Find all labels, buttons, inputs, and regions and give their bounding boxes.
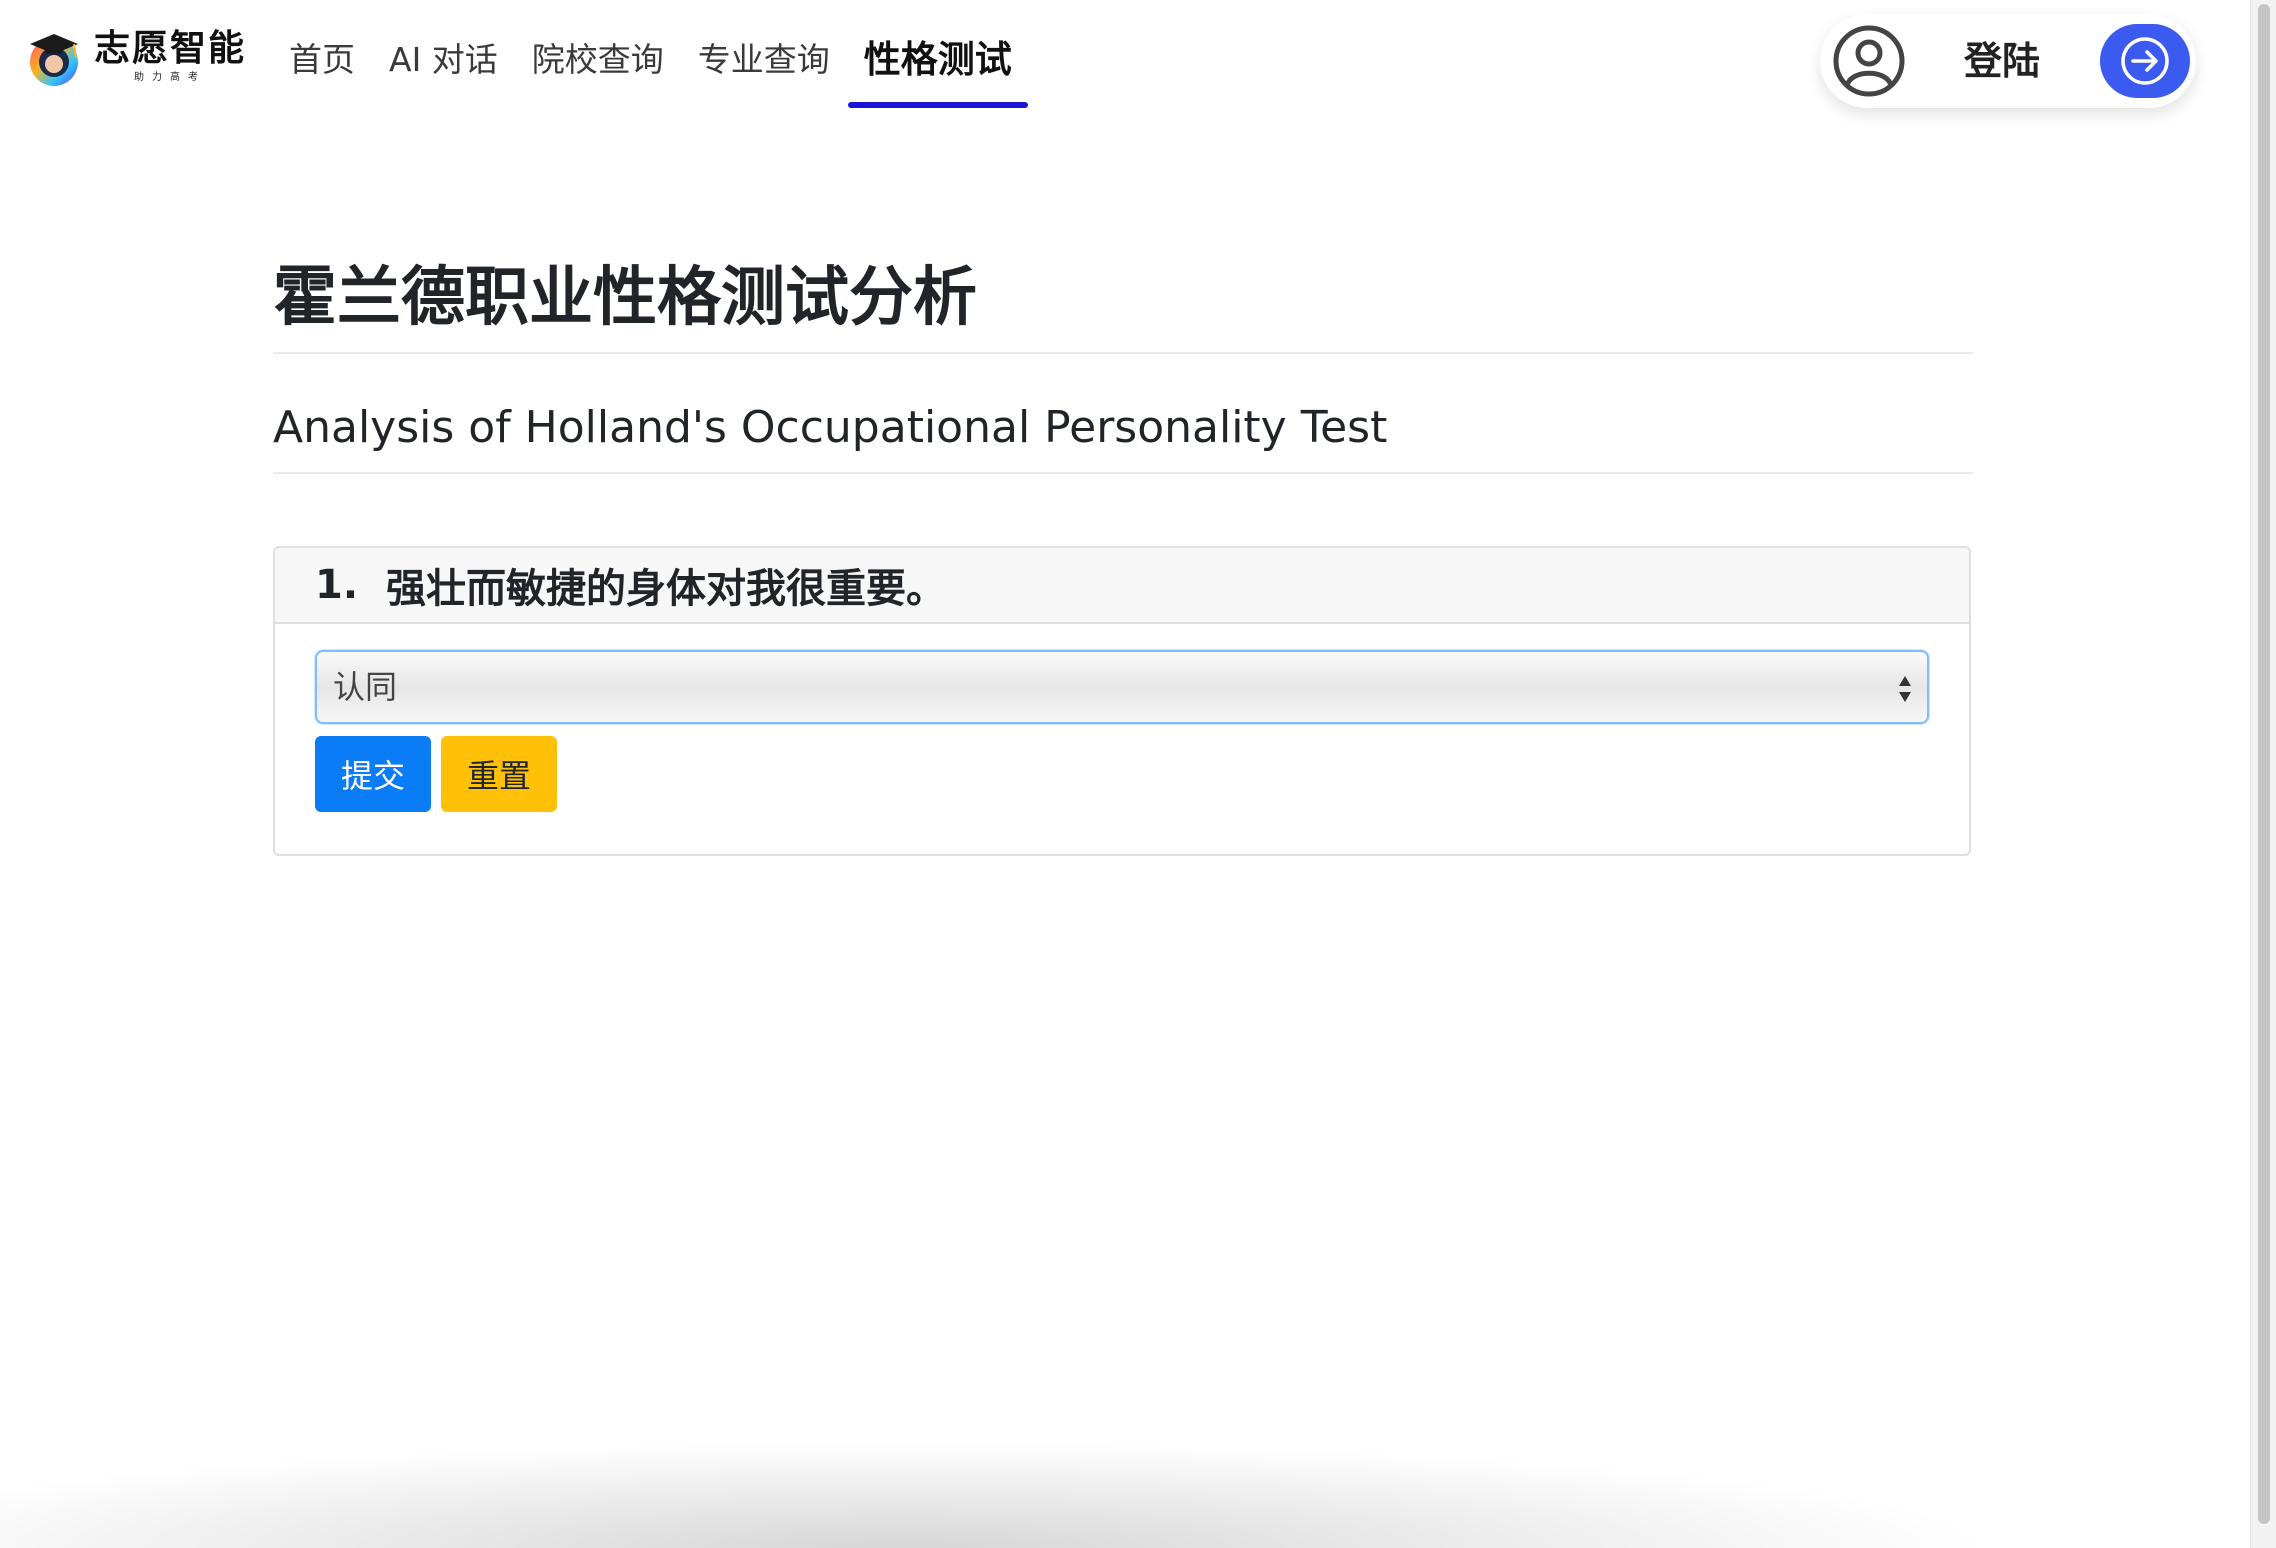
nav-item-personality-test[interactable]: 性格测试 bbox=[847, 30, 1028, 108]
page: 志愿智能 助力高考 首页 AI 对话 院校查询 专业查询 性格测试 登陆 霍兰德… bbox=[0, 0, 2276, 1548]
answer-select-value: 认同 bbox=[333, 668, 398, 706]
top-nav: 志愿智能 助力高考 首页 AI 对话 院校查询 专业查询 性格测试 登陆 bbox=[0, 0, 2250, 122]
page-subtitle: Analysis of Holland's Occupational Perso… bbox=[273, 398, 1973, 474]
bottom-shadow bbox=[0, 1440, 2000, 1548]
brand-tagline: 助力高考 bbox=[134, 72, 206, 83]
select-updown-icon bbox=[1899, 676, 1911, 702]
question-header: 1. 强壮而敏捷的身体对我很重要。 bbox=[275, 548, 1969, 624]
login-button[interactable] bbox=[2100, 24, 2190, 98]
logo-graduate-icon bbox=[24, 24, 84, 88]
nav-links: 首页 AI 对话 院校查询 专业查询 性格测试 bbox=[289, 30, 1062, 108]
main-content: 霍兰德职业性格测试分析 Analysis of Holland's Occupa… bbox=[273, 240, 1973, 856]
page-title: 霍兰德职业性格测试分析 bbox=[273, 258, 1973, 354]
answer-select[interactable]: 认同 bbox=[315, 650, 1929, 724]
question-body: 认同 提交 重置 bbox=[275, 624, 1969, 812]
auth-panel: 登陆 bbox=[1820, 14, 2196, 108]
vertical-scrollbar[interactable] bbox=[2250, 0, 2276, 1548]
brand-logo[interactable]: 志愿智能 助力高考 bbox=[24, 24, 246, 88]
button-row: 提交 重置 bbox=[315, 736, 1929, 812]
question-number: 1. bbox=[315, 562, 359, 608]
submit-button[interactable]: 提交 bbox=[315, 736, 431, 812]
reset-button[interactable]: 重置 bbox=[441, 736, 557, 812]
brand-name: 志愿智能 bbox=[94, 27, 247, 69]
question-card: 1. 强壮而敏捷的身体对我很重要。 认同 提交 重置 bbox=[273, 546, 1971, 856]
nav-item-home[interactable]: 首页 bbox=[289, 30, 355, 90]
nav-item-ai-chat[interactable]: AI 对话 bbox=[389, 30, 498, 90]
question-text: 强壮而敏捷的身体对我很重要。 bbox=[386, 566, 947, 612]
login-label[interactable]: 登陆 bbox=[1964, 36, 2040, 86]
scrollbar-thumb[interactable] bbox=[2258, 4, 2270, 1524]
nav-item-major-search[interactable]: 专业查询 bbox=[698, 30, 830, 90]
nav-item-school-search[interactable]: 院校查询 bbox=[532, 30, 664, 90]
user-circle-icon[interactable] bbox=[1832, 24, 1906, 98]
arrow-right-circle-icon bbox=[2121, 37, 2169, 85]
